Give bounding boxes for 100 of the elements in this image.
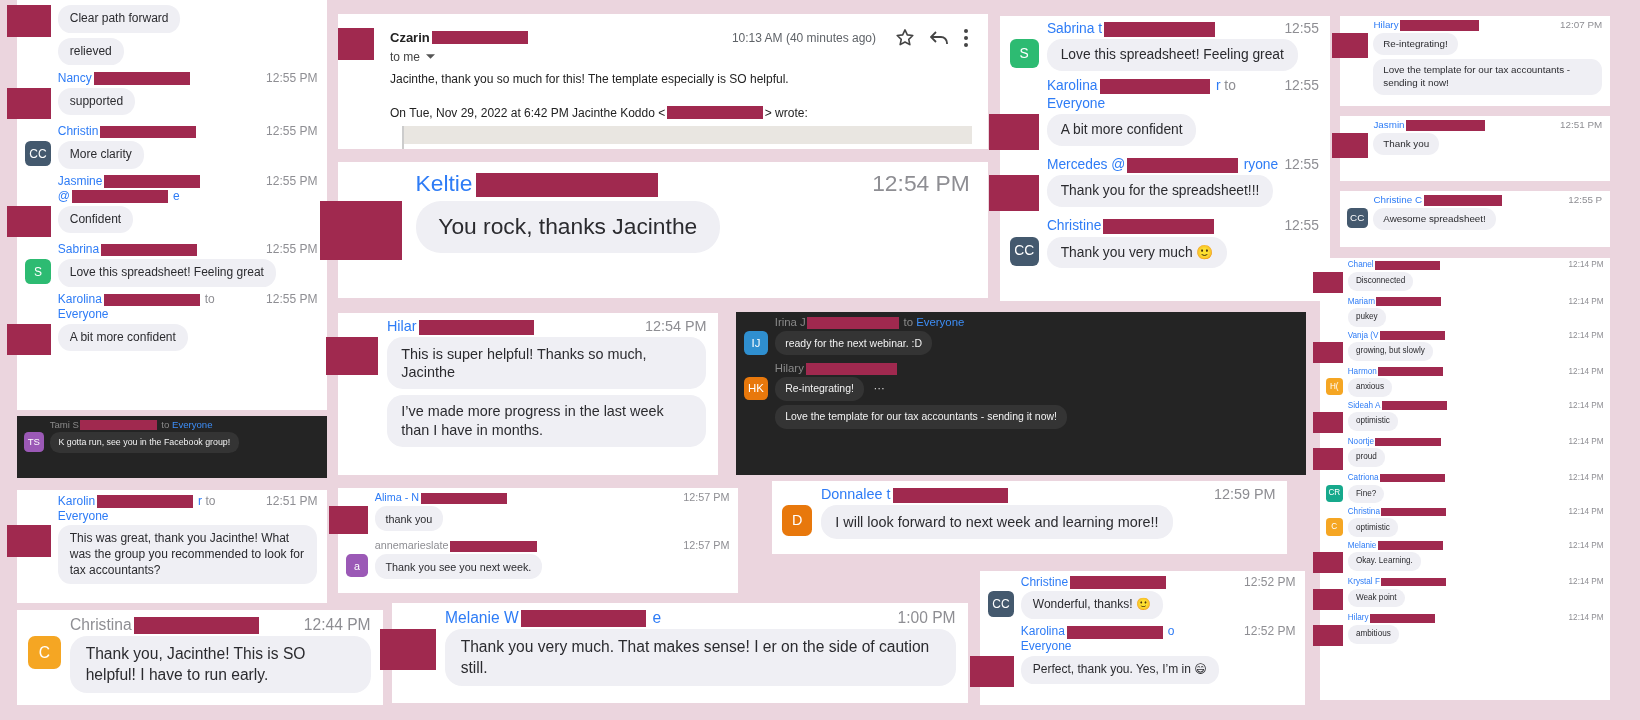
sender-name: Everyone [57,307,109,322]
sender-name: Everyone [57,508,109,523]
redaction-bar [1375,437,1441,447]
avatar: CC [988,591,1014,617]
more-icon [964,28,968,47]
sender-name: ryone [1243,156,1279,172]
message-time: 12:14 PM [1567,613,1604,624]
sender-name: Christine [1020,574,1069,589]
sender-name: Donnalee t [820,486,891,503]
message-bubble: Wonderful, thanks! 🙂 [1020,591,1163,619]
message-bubble: Fine? [1347,484,1385,504]
sender-name: Mariam [1347,296,1375,306]
avatar: CR [1325,484,1343,502]
sender-name: Nancy [57,70,92,85]
message-time: 12:14 PM [1567,366,1604,377]
message-bubble: relieved [57,37,124,66]
message-bubble: supported [57,87,136,116]
avatar: C [27,636,61,670]
star-icon [896,29,914,47]
sender-name: Christine C [1373,193,1423,205]
sender-name: Melanie W [445,608,519,626]
message-bubble: Love the template for our tax accountants - sending it now! [774,405,1068,430]
sender-name: Everyone [172,418,213,430]
redaction-block [970,656,1014,688]
sender-name: Everyone [1046,95,1106,111]
avatar: CC [1346,207,1368,229]
message-bubble: anxious [1347,378,1393,397]
message-time: 12:14 PM [1567,507,1604,518]
redaction-bar [1381,507,1447,517]
avatar: H( [1325,378,1343,396]
sender-name: Everyone [1020,639,1072,654]
sender-name: Sabrina t [1046,21,1103,37]
message-time: 12:55 [1283,217,1319,235]
message-bubble: Confident [57,205,134,234]
message-bubble: Thank you see you next week. [374,554,543,580]
sender-name: Christina [1347,507,1380,517]
redaction-block [7,87,51,119]
redaction-block [988,113,1039,150]
message-bubble: I will look forward to next week and learning more!! [820,505,1173,539]
message-time: 12:14 PM [1567,330,1604,341]
message-time: 12:55 P [1567,193,1603,207]
redaction-bar [1381,401,1447,410]
redaction-block [338,28,374,60]
message-time: 12:57 PM [682,491,730,505]
sender-name: e [172,188,180,203]
message-time: 12:14 PM [1567,436,1604,448]
redaction-block [1313,448,1343,470]
message-time: 12:55 [1283,77,1319,96]
message-time: 12:52 PM [1243,574,1296,590]
redaction-bar [1377,541,1443,550]
message-time: 12:51 PM [265,493,318,510]
sender-name: Hilar [386,318,417,335]
redaction-bar [1377,367,1444,376]
message-bubble: Thank you [1373,132,1439,156]
message-bubble: proud [1347,448,1385,468]
sender-name: Hilary [1373,18,1399,30]
quote-header-text: On Tue, Nov 29, 2022 at 6:42 PM Jacinthe Koddo < [390,104,666,122]
sender-label: to [903,316,914,329]
sender-label: to [1224,78,1236,94]
redaction-block [1313,624,1343,647]
message-bubble: Perfect, thank you. Yes, I’m in 😄 [1020,656,1219,684]
redaction-block [7,5,51,37]
message-time: 12:52 PM [1243,624,1296,641]
message-bubble: This is super helpful! Thanks so much, Jacinthe [386,337,707,390]
more-button[interactable]: ··· [873,380,885,398]
message-bubble: Thank you very much 🙂 [1046,236,1228,269]
recipient-dropdown[interactable]: to me [390,47,439,66]
sender-label: to [161,418,170,430]
message-bubble: optimistic [1347,518,1399,538]
message-bubble: thank you [374,506,444,532]
message-bubble: ambitious [1347,624,1399,644]
message-bubble: Thank you for the spreadsheet!!! [1046,175,1274,207]
sender-name: Alima - N [374,491,420,504]
message-time: 12:07 PM [1559,18,1603,32]
redaction-block [1332,32,1368,59]
message-time: 12:14 PM [1567,260,1604,271]
message-bubble: I’ve made more progress in the last week than I have in months. [386,395,707,447]
message-bubble: pukey [1347,308,1386,327]
message-time: 12:14 PM [1567,296,1604,307]
message-bubble: Re-integrating! [1373,32,1458,56]
redaction-block [1332,132,1368,159]
caret-icon [426,54,435,59]
redaction-block [7,205,51,237]
avatar: CC [25,140,51,167]
sender-name: Harmon [1347,366,1377,376]
sender-label: Christina [70,615,132,633]
message-bubble: ready for the next webinar. :D [774,331,933,356]
sender-name: Czarin [390,29,430,47]
sender-label: to [204,292,215,307]
sender-name: Keltie [415,169,473,196]
message-bubble: Thank you, Jacinthe! This is SO helpful! I have to run early. [70,636,371,693]
redaction-bar [1369,614,1436,623]
message-bubble: Love the template for our tax accountants - sending it now! [1373,59,1603,95]
redaction-block [7,323,51,356]
sender-name: Karolina [1020,624,1065,639]
message-time: 12:55 PM [265,242,318,258]
sender-name: r [1215,78,1221,94]
quote-header-text: > wrote: [764,104,808,122]
redaction-block [7,525,51,557]
sender-name: Christine [1046,218,1102,234]
